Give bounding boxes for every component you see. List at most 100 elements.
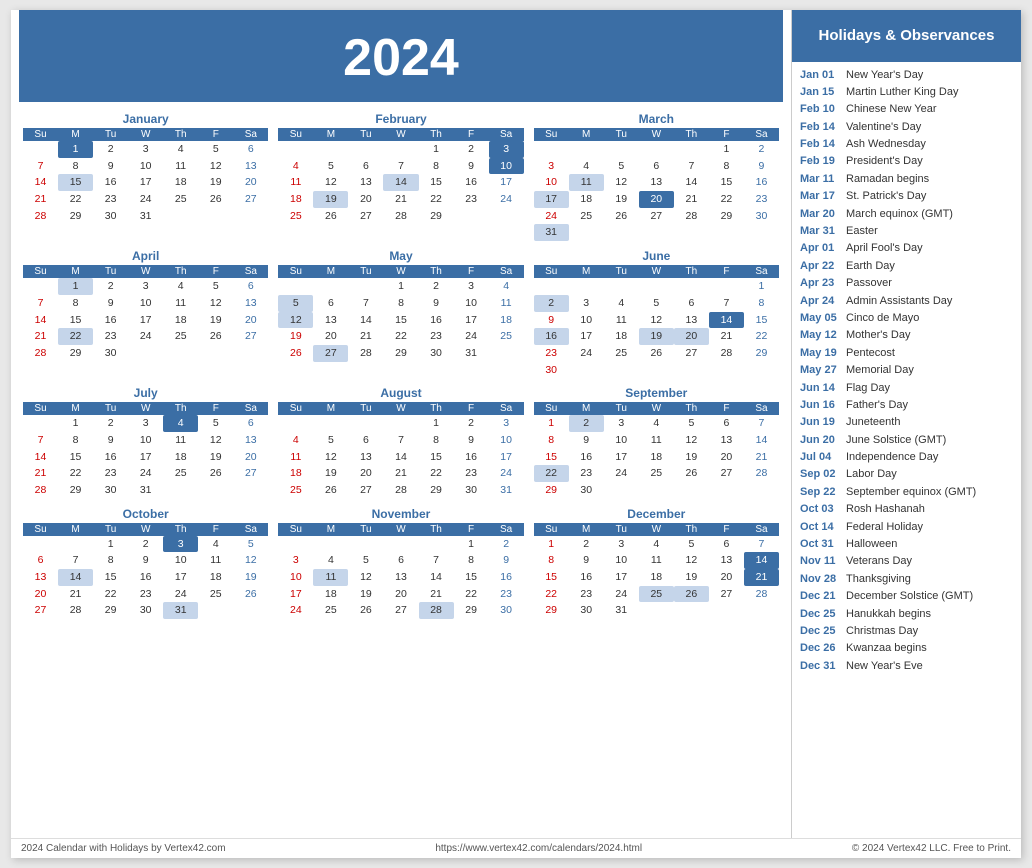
day-header: W xyxy=(383,128,418,141)
calendar-day: 29 xyxy=(419,208,454,225)
calendar-day: 24 xyxy=(128,328,163,345)
day-header: Th xyxy=(163,523,198,536)
main-content: 2024 JanuarySuMTuWThFSa12345678910111213… xyxy=(11,10,1021,838)
holiday-item: Mar 11Ramadan begins xyxy=(800,172,1013,187)
calendar-day: 6 xyxy=(709,415,744,432)
holiday-date: Apr 22 xyxy=(800,259,842,274)
day-header: Th xyxy=(163,128,198,141)
calendar-day: 13 xyxy=(709,552,744,569)
calendar-day: 15 xyxy=(534,449,569,466)
holiday-item: Jun 16Father's Day xyxy=(800,398,1013,413)
calendar-day: 6 xyxy=(639,158,674,175)
calendar-day: 25 xyxy=(278,482,313,499)
month-table: SuMTuWThFSa12345678910111213141516171819… xyxy=(534,402,779,498)
calendar-day: 26 xyxy=(674,586,709,603)
month-table: SuMTuWThFSa12345678910111213141516171819… xyxy=(278,128,523,224)
calendar-day: 3 xyxy=(163,536,198,553)
calendar-day xyxy=(348,141,383,158)
calendar-day xyxy=(604,482,639,499)
calendar-day xyxy=(569,224,604,241)
day-header: Su xyxy=(534,402,569,415)
month-block: FebruarySuMTuWThFSa123456789101112131415… xyxy=(278,112,523,241)
calendar-day: 2 xyxy=(569,415,604,432)
calendar-day: 28 xyxy=(23,482,58,499)
calendar-day xyxy=(709,602,744,619)
holiday-name: Veterans Day xyxy=(846,554,912,569)
calendar-day: 7 xyxy=(383,158,418,175)
holiday-date: Dec 25 xyxy=(800,624,842,639)
month-title: February xyxy=(278,112,523,126)
calendar-day: 27 xyxy=(639,208,674,225)
day-header: Su xyxy=(278,128,313,141)
calendar-day xyxy=(674,362,709,379)
calendar-day: 8 xyxy=(383,295,418,312)
calendar-day: 12 xyxy=(348,569,383,586)
calendar-day: 1 xyxy=(58,141,93,158)
calendar-day xyxy=(128,345,163,362)
calendar-day: 25 xyxy=(163,328,198,345)
calendar-day: 28 xyxy=(383,482,418,499)
calendar-day: 8 xyxy=(419,158,454,175)
calendar-day: 31 xyxy=(128,208,163,225)
holiday-name: Earth Day xyxy=(846,259,895,274)
holiday-item: Dec 25Christmas Day xyxy=(800,624,1013,639)
day-header: Su xyxy=(23,402,58,415)
calendar-day: 2 xyxy=(534,295,569,312)
calendar-day: 9 xyxy=(534,312,569,329)
calendar-day: 28 xyxy=(674,208,709,225)
calendar-day: 29 xyxy=(534,482,569,499)
holiday-item: Jun 14Flag Day xyxy=(800,381,1013,396)
calendar-day: 13 xyxy=(639,174,674,191)
calendar-day: 21 xyxy=(58,586,93,603)
calendar-day: 4 xyxy=(163,278,198,295)
calendar-day: 17 xyxy=(489,449,524,466)
calendar-day: 10 xyxy=(454,295,489,312)
holiday-name: April Fool's Day xyxy=(846,241,923,256)
calendar-day: 27 xyxy=(23,602,58,619)
calendar-day: 8 xyxy=(454,552,489,569)
calendar-day xyxy=(604,224,639,241)
holiday-name: Passover xyxy=(846,276,892,291)
holiday-date: May 19 xyxy=(800,346,842,361)
day-header: W xyxy=(128,128,163,141)
month-block: OctoberSuMTuWThFSa1234567891011121314151… xyxy=(23,507,268,619)
day-header: W xyxy=(639,128,674,141)
calendar-day: 5 xyxy=(313,158,348,175)
calendar-day: 11 xyxy=(313,569,348,586)
day-header: Tu xyxy=(93,402,128,415)
month-block: AugustSuMTuWThFSa12345678910111213141516… xyxy=(278,386,523,498)
calendar-day: 4 xyxy=(639,415,674,432)
calendar-day: 10 xyxy=(569,312,604,329)
day-header: Tu xyxy=(93,265,128,278)
calendar-day xyxy=(198,208,233,225)
calendar-day: 22 xyxy=(93,586,128,603)
day-header: Tu xyxy=(604,265,639,278)
calendar-day: 2 xyxy=(128,536,163,553)
calendar-day: 11 xyxy=(163,158,198,175)
calendar-day: 25 xyxy=(604,345,639,362)
calendar-day: 5 xyxy=(674,415,709,432)
calendar-day: 29 xyxy=(419,482,454,499)
holiday-name: Martin Luther King Day xyxy=(846,85,959,100)
calendar-day: 20 xyxy=(348,191,383,208)
calendar-day: 1 xyxy=(419,141,454,158)
month-title: October xyxy=(23,507,268,521)
holiday-item: Apr 22 Earth Day xyxy=(800,259,1013,274)
holiday-name: Federal Holiday xyxy=(846,520,923,535)
calendar-day: 17 xyxy=(128,449,163,466)
calendar-day: 8 xyxy=(58,158,93,175)
calendar-day xyxy=(23,141,58,158)
calendar-day xyxy=(674,224,709,241)
holiday-date: Sep 02 xyxy=(800,467,842,482)
calendar-day: 24 xyxy=(489,465,524,482)
calendar-day: 7 xyxy=(744,415,779,432)
calendar-day: 23 xyxy=(569,586,604,603)
day-header: M xyxy=(58,402,93,415)
day-header: Sa xyxy=(744,523,779,536)
calendar-day: 15 xyxy=(534,569,569,586)
calendar-day: 21 xyxy=(348,328,383,345)
calendar-day: 31 xyxy=(534,224,569,241)
month-table: SuMTuWThFSa12345678910111213141516171819… xyxy=(534,265,779,378)
calendar-day: 8 xyxy=(534,552,569,569)
calendar-day xyxy=(383,415,418,432)
